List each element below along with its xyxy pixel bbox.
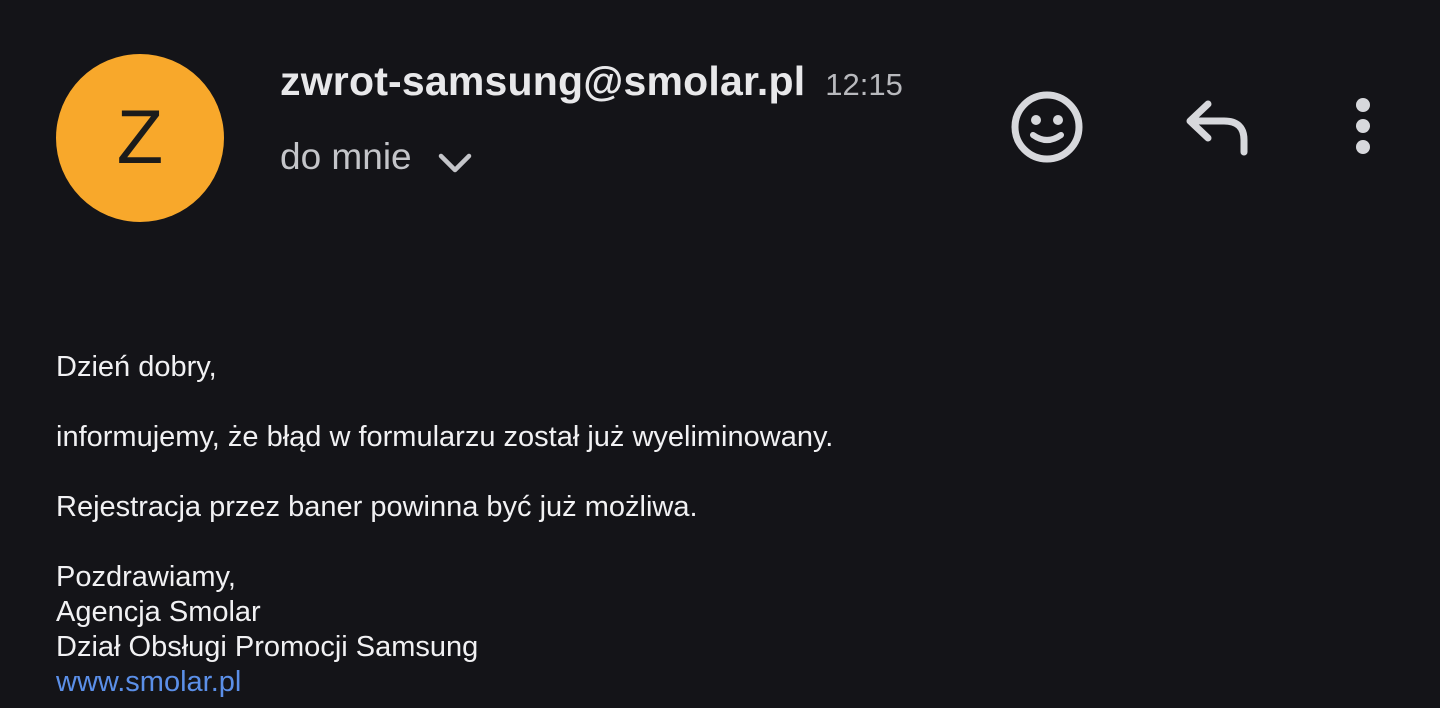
avatar-letter: Z bbox=[116, 95, 164, 180]
sender-line: zwrot-samsung@smolar.pl 12:15 bbox=[280, 58, 903, 108]
signature-closing: Pozdrawiamy, bbox=[56, 561, 236, 593]
recipient-details-toggle[interactable]: do mnie bbox=[280, 132, 472, 182]
emoji-reaction-icon bbox=[1011, 91, 1083, 163]
message-time: 12:15 bbox=[825, 67, 903, 102]
chevron-down-icon bbox=[438, 153, 471, 173]
sender-email: zwrot-samsung@smolar.pl bbox=[280, 58, 806, 104]
reply-button[interactable] bbox=[1176, 90, 1256, 162]
website-link[interactable]: www.smolar.pl bbox=[56, 666, 241, 698]
signature-department: Dział Obsługi Promocji Samsung bbox=[56, 631, 479, 663]
greeting-text: Dzień dobry, bbox=[56, 351, 217, 383]
sender-avatar[interactable]: Z bbox=[56, 54, 224, 222]
body-paragraph: informujemy, że błąd w formularzu został… bbox=[56, 421, 834, 453]
signature-company: Agencja Smolar bbox=[56, 596, 261, 628]
recipient-label: do mnie bbox=[280, 136, 412, 177]
more-options-button[interactable] bbox=[1335, 88, 1391, 164]
signature: Pozdrawiamy, Agencja Smolar Dział Obsług… bbox=[56, 560, 478, 700]
reply-icon bbox=[1186, 100, 1248, 156]
add-reaction-button[interactable] bbox=[1005, 85, 1089, 169]
more-vert-icon bbox=[1356, 98, 1370, 154]
body-paragraph: Rejestracja przez baner powinna być już … bbox=[56, 491, 698, 523]
